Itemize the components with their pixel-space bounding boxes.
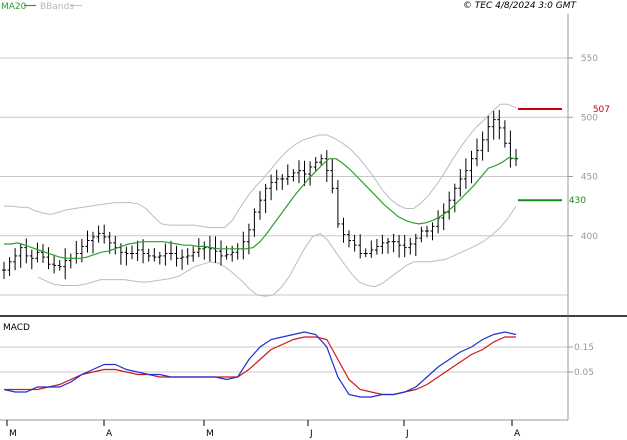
x-tick-label: A bbox=[514, 429, 521, 439]
copyright-timestamp: © TEC 4/8/2024 3:0 GMT bbox=[463, 1, 578, 11]
x-tick-label: J bbox=[309, 429, 313, 439]
macd-lines bbox=[3, 331, 517, 398]
macd-panel-label: MACD bbox=[3, 323, 30, 333]
macd-line bbox=[3, 331, 517, 398]
resistance-label: 507 bbox=[593, 105, 610, 115]
x-tick-label: A bbox=[106, 429, 113, 439]
ma20-legend-label: MA20 bbox=[1, 2, 27, 12]
x-tick-label: M bbox=[206, 429, 214, 439]
x-tick-label: M bbox=[9, 429, 17, 439]
macd-y-tick-label: 0.15 bbox=[574, 343, 594, 353]
price-bars bbox=[2, 110, 518, 280]
price-y-tick-label: 550 bbox=[581, 54, 598, 64]
support-label: 430 bbox=[569, 196, 586, 206]
x-tick-label: J bbox=[405, 429, 409, 439]
stock-chart: 550500450400 507430 0.150.05 MAMJJA MA20… bbox=[0, 1, 627, 439]
macd-y-tick-label: 0.05 bbox=[574, 368, 594, 378]
x-axis-ticks: MAMJJA bbox=[6, 420, 521, 439]
price-y-tick-label: 400 bbox=[581, 232, 598, 242]
price-y-tick-label: 450 bbox=[581, 173, 598, 183]
bbands-legend-label: BBands bbox=[40, 2, 74, 12]
